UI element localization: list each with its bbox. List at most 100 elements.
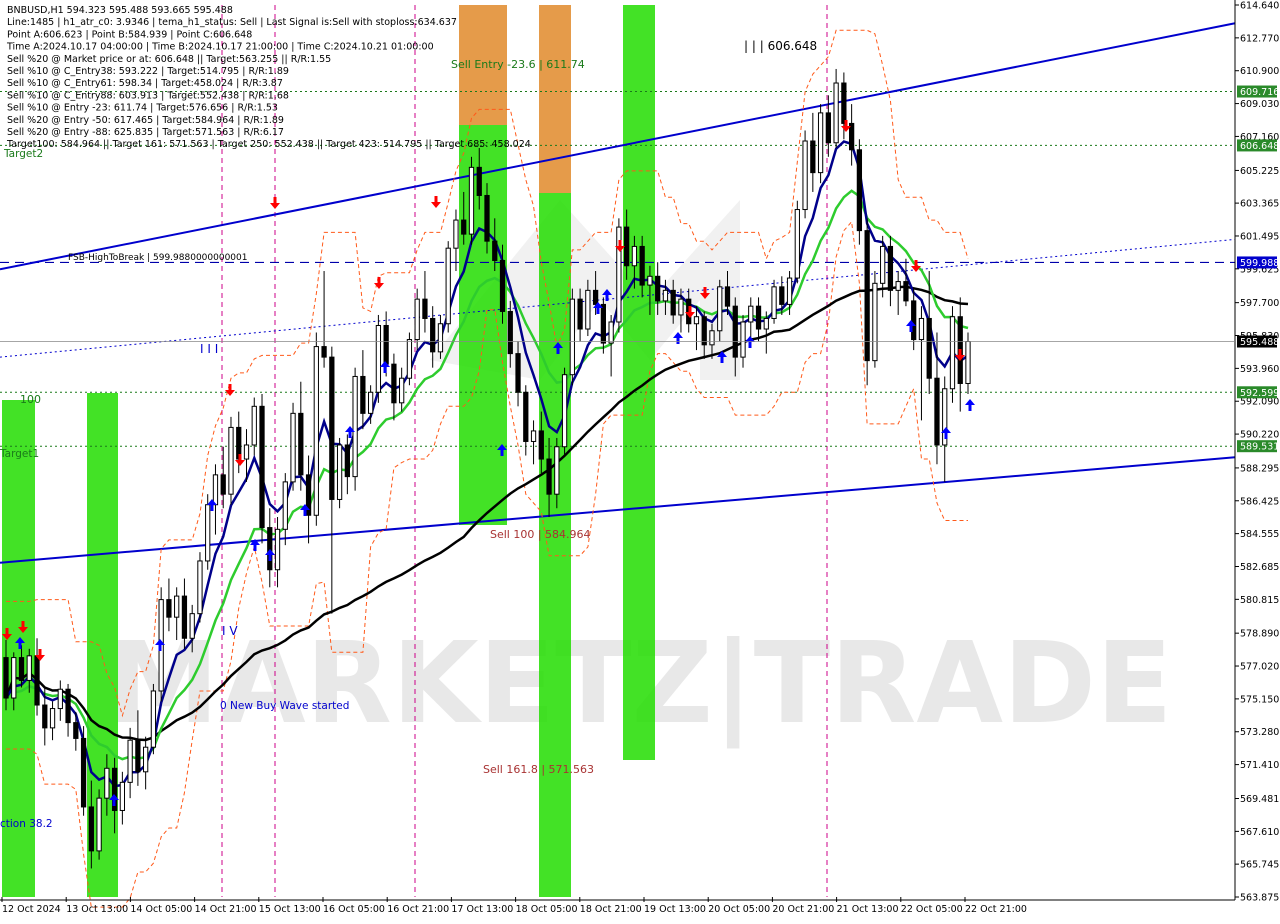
candle-body [96,797,102,852]
candle-body [825,112,831,144]
candle-body [42,704,48,729]
candle-body [476,166,482,196]
info-line: Target100: 584.964 || Target 161: 571.56… [6,139,531,150]
candle-body [880,245,886,284]
candle-body [127,739,133,783]
candle-body [251,405,257,446]
candle-body [631,245,638,267]
price-tag-label: 589.531 [1240,442,1279,453]
price-chart[interactable]: MARKETZ|TRADE Sell Entry -23.6 | 611.74 … [0,0,1280,920]
info-line: Time A:2024.10.17 04:00:00 | Time B:2024… [6,42,434,53]
price-tick-label: 575.150 [1240,694,1279,705]
price-tick-label: 573.280 [1240,727,1279,738]
candle-body [841,82,847,124]
candle-body [499,259,506,312]
candle-body [492,240,498,261]
candle-body [755,305,762,330]
candle-body [445,247,451,325]
candle-body [243,444,250,460]
candle-body [786,277,793,305]
candle-body [189,613,195,639]
candle-body [212,474,219,506]
info-line: Sell %10 @ C_Entry38: 593.222 | Target:5… [7,66,289,77]
price-tick-label: 603.365 [1240,199,1279,210]
time-tick-label: 22 Oct 05:00 [901,904,963,915]
candle-body [484,194,490,242]
candle-body [88,806,94,852]
candle-body [779,286,785,305]
sell-161-label: Sell 161.8 | 571.563 [483,763,594,776]
candle-body [367,391,374,414]
candle-body [3,657,9,699]
price-tick-label: 580.815 [1240,595,1279,606]
candle-body [143,746,149,773]
candle-body [717,286,723,332]
candle-body [80,737,87,808]
time-tick-label: 19 Oct 13:00 [644,904,706,915]
candle-body [181,595,188,639]
candle-body [670,289,676,316]
candle-body [911,300,917,341]
candle-body [18,657,25,681]
wave-iii-label: I I I [200,342,218,356]
correction-label: ction 38.2 [0,818,53,830]
candle-body [150,690,157,748]
time-tick-label: 17 Oct 13:00 [451,904,513,915]
candle-body [561,374,568,448]
time-tick-label: 20 Oct 21:00 [772,904,834,915]
sell-100-label: Sell 100 | 584.964 [490,528,591,541]
candle-body [26,655,32,681]
signal-zone-2 [459,125,507,525]
price-tick-label: 563.875 [1240,893,1279,904]
price-tick-label: 614.640 [1240,1,1279,12]
candle-body [507,310,513,355]
candle-body [119,781,126,811]
candle-body [282,481,288,530]
candle-body [810,140,816,174]
wave-iv-label: I V [222,624,238,638]
candle-body [383,324,389,365]
candle-body [468,166,475,235]
candle-body [639,245,645,286]
info-line: Point A:606.623 | Point B:584.939 | Poin… [7,29,252,40]
time-tick-label: 14 Oct 21:00 [195,904,257,915]
candle-body [926,317,932,379]
candle-body [135,739,141,773]
time-tick-label: 22 Oct 21:00 [965,904,1027,915]
info-line: Sell %20 @ Market price or at: 606.648 |… [7,54,331,65]
candle-body [965,341,971,384]
candle-body [73,722,79,739]
candle-body [608,321,614,344]
fsb-label: FSB-HighToBreak | 599.9880000000001 [68,253,248,263]
candle-body [771,286,777,319]
sell-entry-label: Sell Entry -23.6 | 611.74 [451,58,585,71]
candle-body [693,316,700,325]
candle-body [104,767,110,799]
candle-body [794,209,800,279]
price-tick-label: 567.610 [1240,827,1279,838]
candle-body [678,298,684,316]
info-line: Sell %20 @ Entry -50: 617.465 | Target:5… [7,115,284,126]
candle-body [817,112,824,174]
price-tick-label: 612.770 [1240,33,1279,44]
chart-area[interactable]: MARKETZ|TRADE Sell Entry -23.6 | 611.74 … [0,0,1280,920]
time-tick-label: 21 Oct 13:00 [837,904,899,915]
candle-body [724,286,731,307]
candle-body [569,298,575,376]
price-tick-label: 586.425 [1240,496,1279,507]
candle-body [11,657,17,699]
candle-body [662,289,669,302]
time-tick-label: 16 Oct 05:00 [323,904,385,915]
candle-body [600,303,607,344]
candle-body [360,375,366,414]
price-tick-label: 593.960 [1240,364,1279,375]
candle-body [298,412,304,476]
candle-body [592,289,599,305]
price-tick-label: 610.900 [1240,66,1279,77]
signal-zone-5 [539,5,571,193]
candle-body [577,298,583,330]
time-tick-label: 18 Oct 05:00 [516,904,578,915]
candle-body [748,305,754,323]
price-tick-label: 582.685 [1240,562,1279,573]
info-line: BNBUSD,H1 594.323 595.488 593.665 595.48… [7,5,233,16]
